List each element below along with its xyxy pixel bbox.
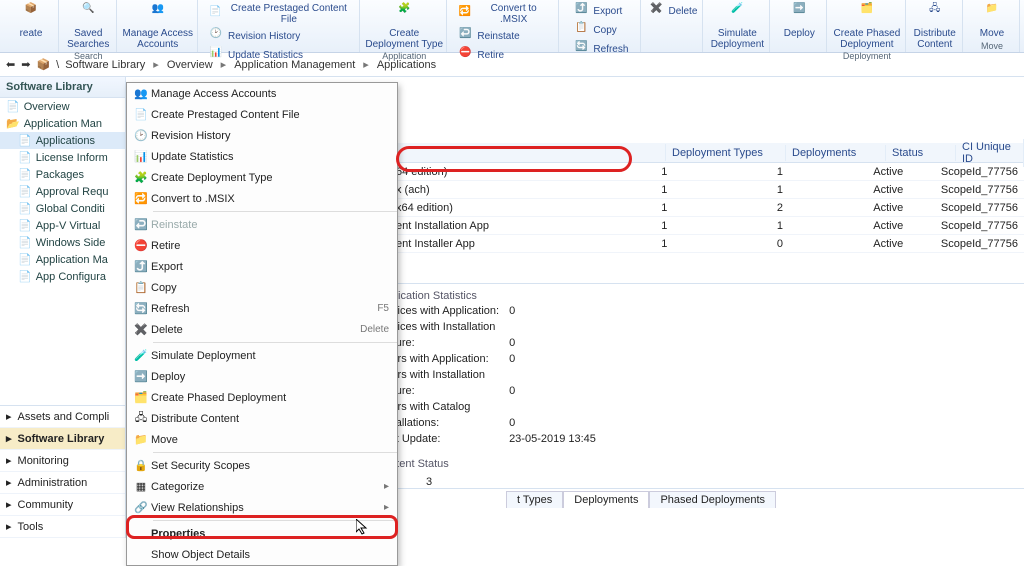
delete-button[interactable]: ✖️Delete xyxy=(646,2,699,20)
ctx-retire[interactable]: ⛔Retire xyxy=(127,235,397,256)
ctx-refresh[interactable]: 🔄RefreshF5 xyxy=(127,298,397,319)
ctx-categorize[interactable]: ▦Categorize▸ xyxy=(127,476,397,497)
nav-pane[interactable]: ▸Administration xyxy=(0,472,125,494)
col-ci[interactable]: CI Unique ID xyxy=(956,139,1024,167)
nav-pane[interactable]: ▸Software Library xyxy=(0,428,125,450)
context-menu: 👥Manage Access Accounts📄Create Prestaged… xyxy=(126,82,398,566)
ctx-revision-history[interactable]: 🕑Revision History xyxy=(127,125,397,146)
nav-item[interactable]: 📄Windows Side xyxy=(0,234,125,251)
ctx-manage-access-accounts[interactable]: 👥Manage Access Accounts xyxy=(127,83,397,104)
reinstate-button[interactable]: ↩️Reinstate xyxy=(455,27,552,45)
bc-2[interactable]: Application Management xyxy=(234,59,355,71)
retire-button[interactable]: ⛔Retire xyxy=(455,46,552,64)
copy-button[interactable]: 📋Copy xyxy=(571,21,630,39)
stats-table: Devices with Application:0Devices with I… xyxy=(376,302,606,448)
fwd-icon[interactable]: ➡ xyxy=(21,58,30,71)
refresh-button[interactable]: 🔄Refresh xyxy=(571,40,630,58)
revision-history-button[interactable]: 🕑Revision History xyxy=(206,27,353,45)
nav-item[interactable]: 📄License Inform xyxy=(0,149,125,166)
nav-item[interactable]: 📄Approval Requ xyxy=(0,183,125,200)
ctx-deploy[interactable]: ➡️Deploy xyxy=(127,366,397,387)
nav-header: Software Library xyxy=(0,77,125,98)
col-dep[interactable]: Deployments xyxy=(786,145,886,161)
tab-types[interactable]: t Types xyxy=(506,491,563,508)
create-dt-button[interactable]: 🧩Create Deployment Type xyxy=(361,2,447,51)
ctx-update-statistics[interactable]: 📊Update Statistics xyxy=(127,146,397,167)
tab-deployments[interactable]: Deployments xyxy=(563,491,649,508)
nav-pane[interactable]: ▸Tools xyxy=(0,516,125,538)
nav-panel: Software Library 📄Overview📂Application M… xyxy=(0,77,126,538)
move-button[interactable]: 📁Move xyxy=(974,2,1010,40)
ctx-create-phased-deployment[interactable]: 🗂️Create Phased Deployment xyxy=(127,387,397,408)
create-button[interactable]: 📦reate xyxy=(13,2,49,40)
nav-item[interactable]: 📄Packages xyxy=(0,166,125,183)
nav-pane[interactable]: ▸Community xyxy=(0,494,125,516)
nav-item[interactable]: 📄App Configura xyxy=(0,268,125,285)
stats-header: Application Statistics xyxy=(376,290,606,302)
nav-item[interactable]: 📄Global Conditi xyxy=(0,200,125,217)
bc-1[interactable]: Overview xyxy=(167,59,213,71)
bc-3[interactable]: Applications xyxy=(377,59,436,71)
nav-pane[interactable]: ▸Monitoring xyxy=(0,450,125,472)
ctx-convert-to-msix[interactable]: 🔁Convert to .MSIX xyxy=(127,188,397,209)
ctx-view-relationships[interactable]: 🔗View Relationships▸ xyxy=(127,497,397,518)
col-stat[interactable]: Status xyxy=(886,145,956,161)
deploy-button[interactable]: ➡️Deploy xyxy=(780,2,819,40)
ctx-move[interactable]: 📁Move xyxy=(127,429,397,450)
ribbon-group-deploy: Deployment xyxy=(843,51,891,61)
ctx-show-object-details[interactable]: Show Object Details xyxy=(127,544,397,565)
nav-item[interactable]: 📄Application Ma xyxy=(0,251,125,268)
export-button[interactable]: ⤴️Export xyxy=(571,2,630,20)
convert-msix-button[interactable]: 🔁Convert to .MSIX xyxy=(455,2,552,26)
col-dt[interactable]: Deployment Types xyxy=(666,145,786,161)
sim-deploy-button[interactable]: 🧪Simulate Deployment xyxy=(707,2,768,51)
dist-content-button[interactable]: 🖧Distribute Content xyxy=(910,2,960,51)
ctx-create-prestaged-content-file[interactable]: 📄Create Prestaged Content File xyxy=(127,104,397,125)
ctx-simulate-deployment[interactable]: 🧪Simulate Deployment xyxy=(127,345,397,366)
ctx-create-deployment-type[interactable]: 🧩Create Deployment Type xyxy=(127,167,397,188)
nav-item[interactable]: 📄Applications xyxy=(0,132,125,149)
ctx-export[interactable]: ⤴️Export xyxy=(127,256,397,277)
tab-phased[interactable]: Phased Deployments xyxy=(649,491,776,508)
ctx-reinstate: ↩️Reinstate xyxy=(127,214,397,235)
ribbon: 📦reate 🔍Saved Searches Search 👥Manage Ac… xyxy=(0,0,1024,53)
cursor-icon xyxy=(356,519,372,535)
ctx-distribute-content[interactable]: 🖧Distribute Content xyxy=(127,408,397,429)
nav-item[interactable]: 📄App-V Virtual xyxy=(0,217,125,234)
ctx-copy[interactable]: 📋Copy xyxy=(127,277,397,298)
nav-item[interactable]: 📄Overview xyxy=(0,98,125,115)
content-status-hdr: Content Status xyxy=(376,458,606,470)
ctx-delete[interactable]: ✖️DeleteDelete xyxy=(127,319,397,340)
bc-0[interactable]: Software Library xyxy=(65,59,145,71)
create-prestaged-button[interactable]: 📄Create Prestaged Content File xyxy=(206,2,353,26)
create-phased-button[interactable]: 🗂️Create Phased Deployment xyxy=(830,2,905,51)
saved-searches-button[interactable]: 🔍Saved Searches xyxy=(63,2,113,51)
back-icon[interactable]: ⬅ xyxy=(6,58,15,71)
ribbon-group-move: Move xyxy=(981,41,1003,51)
manage-access-button[interactable]: 👥Manage Access Accounts xyxy=(118,2,197,51)
nav-pane[interactable]: ▸Assets and Compli xyxy=(0,406,125,428)
nav-item[interactable]: 📂Application Man xyxy=(0,115,125,132)
ctx-set-security-scopes[interactable]: 🔒Set Security Scopes xyxy=(127,455,397,476)
